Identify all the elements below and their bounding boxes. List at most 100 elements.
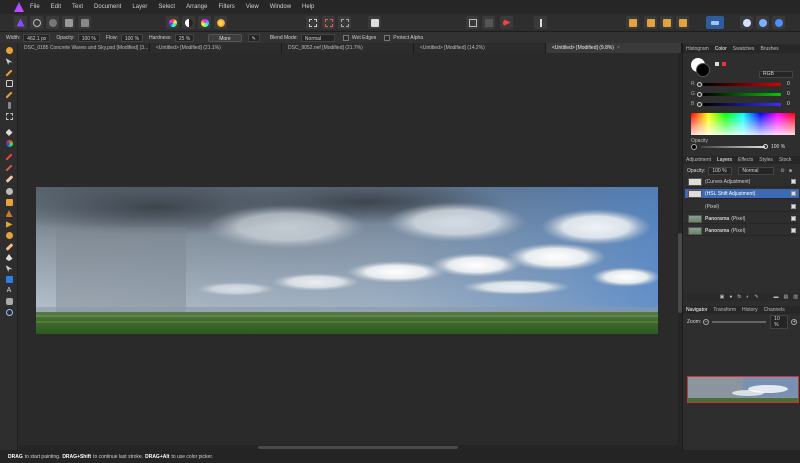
hand-tool-icon[interactable]: [4, 297, 14, 306]
doc-tab-2[interactable]: <Untitled> [Modified] (21.1%): [150, 43, 282, 53]
blur-brush-icon[interactable]: [4, 242, 14, 251]
gear-icon[interactable]: ⚙: [780, 168, 784, 174]
deselect-icon[interactable]: [322, 16, 335, 29]
doc-tab-5[interactable]: <Untitled> [Modified] (9.8%) ×: [546, 43, 682, 53]
persona-photo-icon[interactable]: [14, 16, 27, 29]
menu-arrange[interactable]: Arrange: [186, 4, 207, 10]
refine-icon[interactable]: [466, 16, 479, 29]
scroll-thumb[interactable]: [258, 446, 458, 449]
canvas-area[interactable]: [18, 53, 682, 445]
tab-history[interactable]: History: [739, 307, 761, 313]
mask-layer-icon[interactable]: ●: [729, 294, 732, 300]
doc-tab-4[interactable]: <Untitled> [Modified] (14.2%): [414, 43, 546, 53]
red-knob[interactable]: [697, 81, 702, 87]
arrange-bottom-icon[interactable]: [676, 16, 689, 29]
persona-develop-icon[interactable]: [46, 16, 59, 29]
menu-text[interactable]: Text: [72, 4, 83, 10]
brush-icon[interactable]: ✎: [247, 33, 260, 42]
tab-brushes[interactable]: Brushes: [757, 46, 781, 52]
selection-brush-icon[interactable]: [4, 90, 14, 99]
menu-select[interactable]: Select: [158, 4, 175, 10]
more-button[interactable]: More: [208, 33, 242, 42]
red-value[interactable]: 0: [787, 81, 790, 87]
tab-adjustment[interactable]: Adjustment: [683, 157, 714, 163]
paint-brush-icon[interactable]: [4, 152, 14, 161]
layer-visibility-checkbox[interactable]: [791, 179, 796, 184]
opacity-knob[interactable]: [763, 144, 768, 149]
layer-stack-icon[interactable]: ▣: [720, 294, 725, 300]
layer-blend-select[interactable]: Normal: [738, 166, 775, 175]
close-tab-icon[interactable]: ×: [617, 45, 620, 51]
tab-transform[interactable]: Transform: [710, 307, 739, 313]
rectangle-tool-icon[interactable]: [4, 275, 14, 284]
tab-channels[interactable]: Channels: [761, 307, 788, 313]
zoom-in-icon[interactable]: +: [791, 318, 798, 325]
persona-liquify-icon[interactable]: [30, 16, 43, 29]
doc-tab-3[interactable]: DSC_9052.nef [Modified] (21.7%): [282, 43, 414, 53]
dodge-tool-icon[interactable]: [4, 187, 14, 196]
layer-row-hsl[interactable]: (HSL Shift Adjustment): [685, 189, 799, 199]
snapping-icon[interactable]: [482, 16, 495, 29]
smudge-tool-icon[interactable]: [4, 231, 14, 240]
persona-export-icon[interactable]: [78, 16, 91, 29]
clone-tool-icon[interactable]: [4, 198, 14, 207]
text-tool-icon[interactable]: A: [4, 286, 14, 295]
color-picker-icon[interactable]: [4, 68, 14, 77]
tab-navigator[interactable]: Navigator: [683, 307, 710, 313]
align-icon[interactable]: [706, 16, 724, 29]
arrange-forward-icon[interactable]: [644, 16, 657, 29]
red-slider[interactable]: R 0: [691, 81, 795, 87]
tab-histogram[interactable]: Histogram: [683, 46, 712, 52]
green-slider[interactable]: G 0: [691, 91, 795, 97]
move-tool-icon[interactable]: [4, 57, 14, 66]
add-layer-icon[interactable]: ▤: [784, 294, 789, 300]
pen-tool-icon[interactable]: [4, 253, 14, 262]
width-field[interactable]: 462.1 px: [23, 33, 51, 42]
swap-colors-icon[interactable]: [715, 62, 719, 66]
layer-row-curves[interactable]: (Curves Adjustment): [685, 177, 799, 187]
wet-edges-checkbox[interactable]: [342, 34, 349, 41]
tab-styles[interactable]: Styles: [756, 157, 776, 163]
node-tool-icon[interactable]: [4, 264, 14, 273]
layer-visibility-checkbox[interactable]: [791, 204, 796, 209]
arrange-back-icon[interactable]: [626, 16, 639, 29]
layer-row-panorama-1[interactable]: Panorama (Pixel): [685, 214, 799, 224]
blend-mode-select[interactable]: Normal: [300, 33, 335, 42]
fx-icon[interactable]: fx: [737, 294, 741, 300]
tab-color[interactable]: Color: [712, 46, 730, 52]
contrast-icon[interactable]: [182, 16, 195, 29]
tab-swatches[interactable]: Swatches: [730, 46, 758, 52]
flow-field[interactable]: 100 %: [120, 33, 144, 42]
tab-effects[interactable]: Effects: [735, 157, 756, 163]
tab-stock[interactable]: Stock: [776, 157, 795, 163]
folder-icon[interactable]: ▬: [774, 294, 779, 300]
flood-fill-icon[interactable]: [4, 128, 14, 137]
layer-visibility-checkbox[interactable]: [791, 228, 796, 233]
mask-icon[interactable]: [338, 16, 351, 29]
layer-opacity-field[interactable]: 100 %: [708, 166, 733, 175]
layer-row-panorama-2[interactable]: Panorama (Pixel): [685, 226, 799, 236]
arrange-front-icon[interactable]: [660, 16, 673, 29]
layer-visibility-checkbox[interactable]: [791, 191, 796, 196]
stroke-color-swatch[interactable]: [696, 63, 710, 77]
crop-tool-icon[interactable]: [4, 79, 14, 88]
blue-knob[interactable]: [697, 101, 702, 107]
menu-filters[interactable]: Filters: [218, 4, 234, 10]
studio-icon-1[interactable]: [740, 16, 753, 29]
delete-layer-icon[interactable]: ▥: [793, 294, 798, 300]
green-value[interactable]: 0: [787, 91, 790, 97]
persona-tone-icon[interactable]: [62, 16, 75, 29]
studio-icon-2[interactable]: [756, 16, 769, 29]
gradient-tool-icon[interactable]: [4, 139, 14, 148]
menu-view[interactable]: View: [246, 4, 259, 10]
brush-layer-icon[interactable]: ✎: [754, 294, 758, 300]
menu-file[interactable]: File: [30, 4, 40, 10]
lock-icon[interactable]: ■: [789, 168, 792, 174]
blue-value[interactable]: 0: [787, 101, 790, 107]
no-color-icon[interactable]: [722, 62, 726, 66]
opacity-field[interactable]: 100 %: [77, 33, 100, 42]
adjustment-icon[interactable]: ◐: [746, 294, 749, 300]
opacity-track[interactable]: [701, 146, 765, 148]
color-wheel-icon[interactable]: [198, 16, 211, 29]
color-replacement-icon[interactable]: [4, 163, 14, 172]
